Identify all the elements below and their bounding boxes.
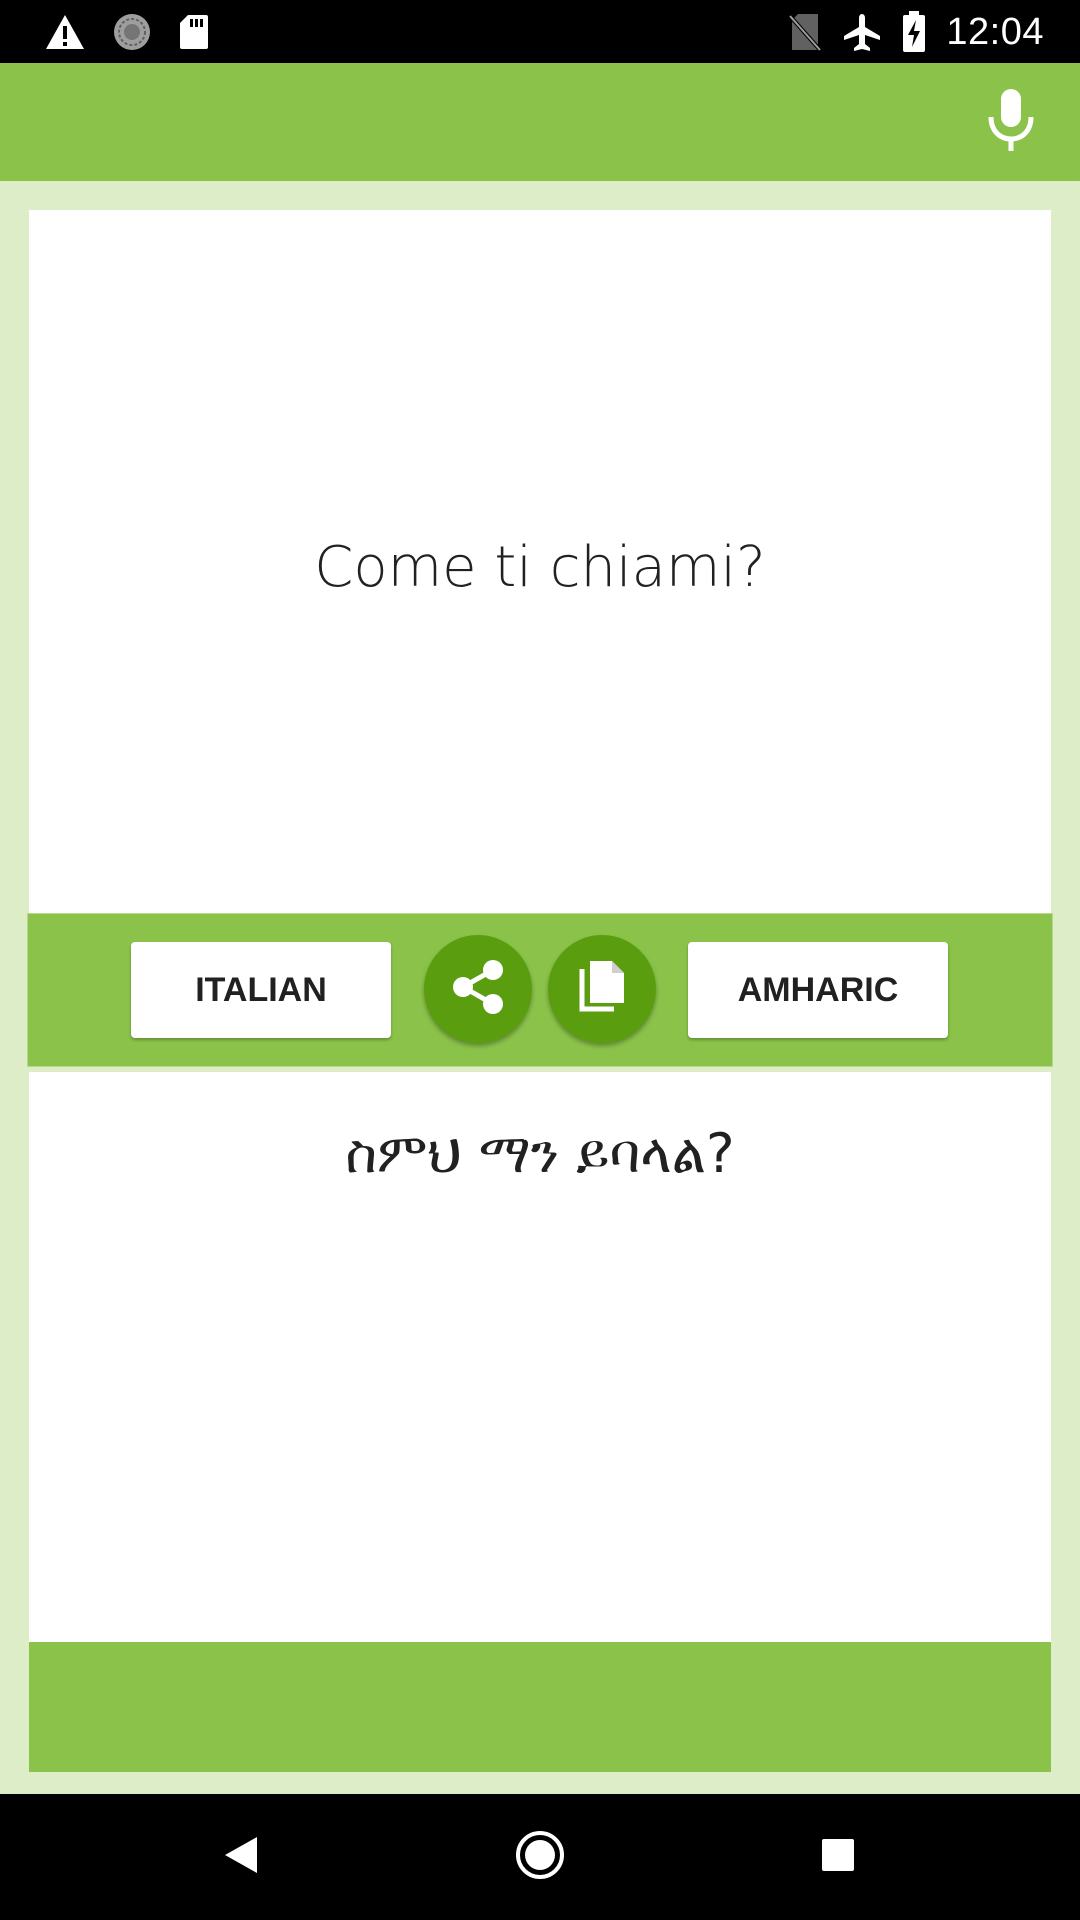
home-icon xyxy=(514,1829,566,1886)
source-text-panel[interactable]: Come ti chiami? xyxy=(29,210,1051,914)
no-sim-icon xyxy=(788,12,822,52)
back-icon xyxy=(221,1834,261,1881)
recents-icon xyxy=(820,1837,856,1878)
home-button[interactable] xyxy=(510,1827,570,1887)
source-text: Come ti chiami? xyxy=(314,534,766,600)
share-icon xyxy=(447,956,509,1023)
target-language-button[interactable]: AMHARIC xyxy=(688,942,948,1038)
translation-content: Come ti chiami? ITALIAN AMHARIC ስምህ ማን ይ… xyxy=(0,181,1080,1794)
status-left-icons xyxy=(44,8,210,56)
sync-icon xyxy=(112,12,152,52)
status-right-icons: 12:04 xyxy=(788,8,1044,56)
source-language-button[interactable]: ITALIAN xyxy=(131,942,391,1038)
translated-text: ስምህ ማን ይባላል? xyxy=(345,1122,735,1185)
mic-button[interactable] xyxy=(972,83,1050,161)
mic-icon xyxy=(985,87,1037,158)
sd-card-icon xyxy=(178,13,210,51)
language-toolbar: ITALIAN AMHARIC xyxy=(27,913,1053,1067)
ad-banner xyxy=(29,1642,1051,1772)
airplane-mode-icon xyxy=(842,12,882,52)
status-bar: 12:04 xyxy=(0,0,1080,63)
navigation-bar xyxy=(0,1794,1080,1920)
recents-button[interactable] xyxy=(808,1827,868,1887)
status-time: 12:04 xyxy=(946,10,1044,53)
copy-icon xyxy=(574,957,630,1022)
app-bar xyxy=(0,63,1080,181)
back-button[interactable] xyxy=(211,1827,271,1887)
battery-charging-icon xyxy=(902,11,926,53)
copy-button[interactable] xyxy=(548,935,656,1043)
target-text-panel[interactable]: ስምህ ማን ይባላል? xyxy=(29,1072,1051,1642)
warning-icon xyxy=(44,13,86,51)
share-button[interactable] xyxy=(424,935,532,1043)
